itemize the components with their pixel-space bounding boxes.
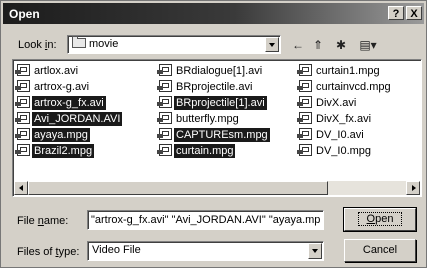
video-file-icon bbox=[157, 128, 172, 140]
scroll-left-button[interactable] bbox=[14, 181, 28, 195]
file-name: BRdialogue[1].avi bbox=[176, 65, 263, 77]
file-name: BRprojectile[1].avi bbox=[174, 96, 267, 110]
look-in-value: movie bbox=[72, 36, 118, 50]
file-item[interactable]: BRprojectile.avi bbox=[157, 80, 270, 96]
video-file-icon bbox=[15, 80, 30, 92]
look-in-dropdown-button[interactable] bbox=[265, 37, 279, 52]
back-icon[interactable]: ← bbox=[290, 38, 306, 52]
file-item[interactable]: Brazil2.mpg bbox=[15, 144, 122, 160]
file-item[interactable]: BRdialogue[1].avi bbox=[157, 64, 270, 80]
scroll-right-button[interactable] bbox=[406, 181, 420, 195]
open-button-label: Open bbox=[357, 212, 403, 226]
open-button[interactable]: Open bbox=[343, 207, 417, 232]
file-list[interactable]: artlox.avi artrox-g.avi artrox-g_fx.avi Avi… bbox=[12, 59, 422, 197]
file-name: curtainvcd.mpg bbox=[316, 81, 391, 93]
video-file-icon bbox=[15, 96, 30, 108]
file-name: DV_I0.avi bbox=[316, 129, 364, 141]
file-name-label: File name: bbox=[17, 215, 69, 227]
video-file-icon bbox=[157, 112, 172, 124]
video-file-icon bbox=[157, 144, 172, 156]
video-file-icon bbox=[297, 112, 312, 124]
video-file-icon bbox=[157, 64, 172, 76]
file-column: curtain1.mpg curtainvcd.mpg DivX.avi DivX_f… bbox=[297, 64, 393, 160]
file-item[interactable]: artrox-g_fx.avi bbox=[15, 96, 122, 112]
video-file-icon bbox=[297, 128, 312, 140]
file-item[interactable]: artlox.avi bbox=[15, 64, 122, 80]
file-name: curtain1.mpg bbox=[316, 65, 380, 77]
video-file-icon bbox=[297, 96, 312, 108]
file-item[interactable]: artrox-g.avi bbox=[15, 80, 122, 96]
files-of-type-label: Files of type: bbox=[17, 246, 80, 258]
folder-icon bbox=[72, 36, 86, 48]
files-of-type-value: Video File bbox=[92, 244, 141, 256]
video-file-icon bbox=[15, 112, 30, 124]
file-column: artlox.avi artrox-g.avi artrox-g_fx.avi Avi… bbox=[15, 64, 123, 160]
file-name-input[interactable]: "artrox-g_fx.avi" "Avi_JORDAN.AVI" "ayay… bbox=[87, 210, 324, 230]
file-column: BRdialogue[1].avi BRprojectile.avi BRproje… bbox=[157, 64, 270, 160]
open-dialog: Open ? X Look in: movie ← ⇑ ✱ ▤▾ artlox.… bbox=[0, 0, 427, 268]
file-name: artlox.avi bbox=[34, 65, 79, 77]
video-file-icon bbox=[157, 96, 172, 108]
file-name: Avi_JORDAN.AVI bbox=[32, 112, 123, 126]
file-name: DivX.avi bbox=[316, 97, 357, 109]
file-name: artrox-g.avi bbox=[34, 81, 90, 93]
video-file-icon bbox=[15, 128, 30, 140]
cancel-button[interactable]: Cancel bbox=[344, 239, 416, 262]
view-menu-icon[interactable]: ▤▾ bbox=[356, 38, 380, 52]
dialog-title: Open bbox=[9, 7, 40, 21]
help-button[interactable]: ? bbox=[388, 6, 404, 20]
file-name: CAPTUREsm.mpg bbox=[174, 128, 270, 142]
look-in-combo[interactable]: movie bbox=[67, 35, 281, 54]
file-item[interactable]: ayaya.mpg bbox=[15, 128, 122, 144]
files-of-type-select[interactable]: Video File bbox=[87, 241, 324, 261]
up-folder-icon[interactable]: ⇑ bbox=[310, 38, 326, 52]
file-item[interactable]: curtain.mpg bbox=[157, 144, 270, 160]
video-file-icon bbox=[15, 144, 30, 156]
file-name: BRprojectile.avi bbox=[176, 81, 253, 93]
horizontal-scrollbar[interactable] bbox=[14, 181, 420, 195]
video-file-icon bbox=[297, 64, 312, 76]
file-name-value: "artrox-g_fx.avi" "Avi_JORDAN.AVI" "ayay… bbox=[91, 214, 321, 226]
file-name: artrox-g_fx.avi bbox=[32, 96, 106, 110]
scroll-thumb[interactable] bbox=[28, 181, 328, 195]
file-name: Brazil2.mpg bbox=[32, 144, 95, 158]
title-bar[interactable]: Open ? X bbox=[3, 3, 424, 24]
file-item[interactable]: DV_I0.avi bbox=[297, 128, 393, 144]
video-file-icon bbox=[297, 144, 312, 156]
file-name: ayaya.mpg bbox=[32, 128, 90, 142]
file-item[interactable]: BRprojectile[1].avi bbox=[157, 96, 270, 112]
file-item[interactable]: curtain1.mpg bbox=[297, 64, 393, 80]
file-item[interactable]: CAPTUREsm.mpg bbox=[157, 128, 270, 144]
video-file-icon bbox=[157, 80, 172, 92]
file-name: curtain.mpg bbox=[174, 144, 236, 158]
new-folder-icon[interactable]: ✱ bbox=[332, 38, 350, 52]
file-item[interactable]: DivX_fx.avi bbox=[297, 112, 393, 128]
files-of-type-dropdown-button[interactable] bbox=[308, 243, 322, 259]
file-item[interactable]: curtainvcd.mpg bbox=[297, 80, 393, 96]
file-name: butterfly.mpg bbox=[176, 113, 239, 125]
file-item[interactable]: DivX.avi bbox=[297, 96, 393, 112]
file-name: DivX_fx.avi bbox=[316, 113, 372, 125]
look-in-label: Look in: bbox=[18, 39, 57, 51]
video-file-icon bbox=[15, 64, 30, 76]
video-file-icon bbox=[297, 80, 312, 92]
file-item[interactable]: butterfly.mpg bbox=[157, 112, 270, 128]
file-item[interactable]: DV_I0.mpg bbox=[297, 144, 393, 160]
close-button[interactable]: X bbox=[406, 6, 422, 20]
file-name: DV_I0.mpg bbox=[316, 145, 372, 157]
file-item[interactable]: Avi_JORDAN.AVI bbox=[15, 112, 123, 128]
